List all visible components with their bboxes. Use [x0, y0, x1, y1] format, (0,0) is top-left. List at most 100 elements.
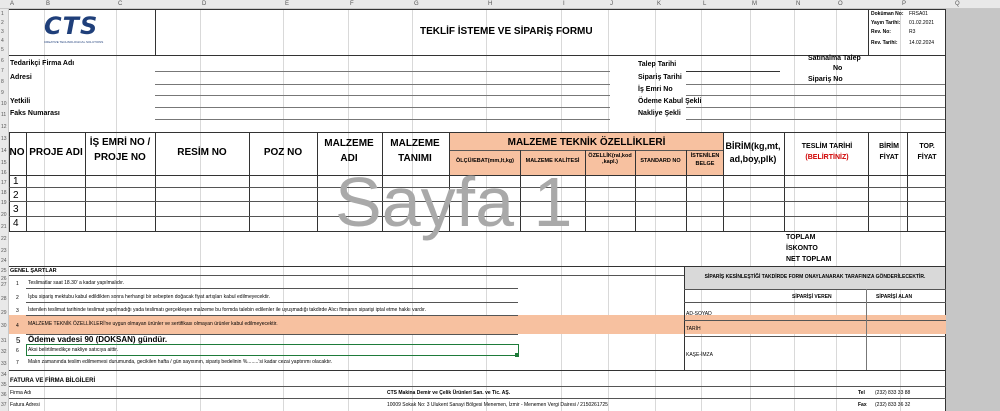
company-logo: CTS CREATIVE TECHNOLOGICAL SOLUTIONS — [44, 12, 104, 48]
col-header-a[interactable]: A — [10, 1, 14, 7]
item-number[interactable]: 3 — [13, 204, 19, 215]
th-birim: BİRİM(kg,mt, ad,boy,plk) — [724, 141, 782, 165]
firma-adi-label: Firma Adı — [10, 390, 32, 396]
row-header-label[interactable]: 34 — [1, 372, 7, 378]
sart-no: 7 — [16, 360, 19, 366]
item-number[interactable]: 2 — [13, 190, 19, 201]
col-header-o[interactable]: O — [838, 1, 843, 7]
tel-label: Tel — [858, 390, 865, 396]
row-header-label[interactable]: 17 — [1, 180, 7, 186]
col-header-j[interactable]: J — [610, 1, 613, 7]
th-is-emri-line1: İŞ EMRİ NO / — [89, 137, 151, 148]
row-header-bar: 1 2 3 4 5 6 7 8 9 10 11 12 13 14 15 16 17 18 19 20 21 22 23 24 2… — [0, 9, 9, 411]
row-header-label[interactable]: 1 — [1, 11, 4, 17]
row-header-label[interactable]: 19 — [1, 200, 7, 206]
row-header-label[interactable]: 6 — [1, 58, 4, 64]
sart-text: Ödeme vadesi 90 (DOKSAN) gündür. — [28, 335, 168, 344]
row-header-label[interactable]: 35 — [1, 382, 7, 388]
col-header-e[interactable]: E — [285, 1, 289, 7]
sart-text: Teslimatlar saat 18.30' a kadar yapılmal… — [28, 280, 125, 286]
row-header-label[interactable]: 4 — [1, 38, 4, 44]
item-number[interactable]: 1 — [13, 176, 19, 187]
th-no: NO — [9, 147, 25, 158]
row-header-label[interactable]: 12 — [1, 124, 7, 130]
row-header-label[interactable]: 7 — [1, 68, 4, 74]
th-resim-no: RESİM NO — [177, 147, 227, 158]
th-is-emri-line2: PROJE NO — [94, 152, 146, 163]
ad-soyad-label: AD-SOYAD — [686, 311, 712, 317]
col-header-l[interactable]: L — [703, 1, 706, 7]
row-header-label[interactable]: 32 — [1, 349, 7, 355]
col-header-g[interactable]: G — [414, 1, 419, 7]
row-header-label[interactable]: 23 — [1, 248, 7, 254]
col-header-k[interactable]: K — [657, 1, 661, 7]
row-header-label[interactable]: 28 — [1, 296, 7, 302]
row-header-label[interactable]: 5 — [1, 47, 4, 53]
row-header-label[interactable]: 29 — [1, 310, 7, 316]
yetkili-label: Yetkili — [10, 98, 31, 105]
row-header-label[interactable]: 2 — [1, 20, 4, 26]
col-header-d[interactable]: D — [202, 1, 206, 7]
col-header-f[interactable]: F — [350, 1, 354, 7]
row-header-label[interactable]: 30 — [1, 323, 7, 329]
row-header-label[interactable]: 9 — [1, 90, 4, 96]
sart-no: 5 — [16, 336, 21, 345]
siparisi-alan-label: SİPARİŞİ ALAN — [876, 294, 913, 300]
row-header-label[interactable]: 11 — [1, 112, 6, 118]
th-teslim-line2: (BELİRTİNİZ) — [805, 154, 849, 161]
row-header-label[interactable]: 10 — [1, 101, 7, 107]
odeme-label: Ödeme Kabul Şekli — [638, 98, 702, 105]
fatura-adresi-value: 10009 Sokak No: 3 Ulukent Sanayi Bölgesi… — [387, 402, 608, 408]
row-header-label[interactable]: 20 — [1, 212, 7, 218]
th-birim-line2: ad,boy,plk) — [729, 154, 777, 164]
row-header-label[interactable]: 8 — [1, 79, 4, 85]
row-header-label[interactable]: 21 — [1, 224, 7, 230]
net-toplam-label: NET TOPLAM — [786, 256, 832, 263]
col-header-h[interactable]: H — [488, 1, 492, 7]
row-header-label[interactable]: 25 — [1, 268, 7, 274]
row-header-label[interactable]: 27 — [1, 282, 7, 288]
sart-no: 6 — [16, 348, 19, 354]
th-malzeme-adi: MALZEME ADI — [318, 138, 380, 164]
col-header-q[interactable]: Q — [955, 1, 960, 7]
row-header-label[interactable]: 37 — [1, 402, 7, 408]
row-header-label[interactable]: 22 — [1, 236, 7, 242]
row-header-label[interactable]: 15 — [1, 160, 7, 166]
row-header-label[interactable]: 24 — [1, 258, 7, 264]
fill-handle[interactable] — [515, 353, 519, 357]
row-header-label[interactable]: 14 — [1, 148, 7, 154]
fatura-title: FATURA VE FİRMA BİLGİLERİ — [10, 378, 96, 384]
th-proje-adi: PROJE ADI — [29, 147, 83, 158]
doc-info-row: Doküman No: FRSA01 — [871, 11, 945, 20]
col-header-c[interactable]: C — [118, 1, 122, 7]
tel-value: (232) 833 33 88 — [875, 390, 911, 396]
th-top-fiyat-line2: FİYAT — [917, 154, 937, 161]
doc-info-row: Rev. No: R3 — [871, 29, 945, 40]
onay-title: SİPARİŞ KESİNLEŞTİĞİ TAKDİRDE FORM ONAYL… — [704, 274, 926, 280]
row-header-label[interactable]: 13 — [1, 136, 7, 142]
doc-info-row: Rev. Tarihi: 14.02.2024 — [871, 40, 945, 49]
th-teknik-ozellikler: MALZEME TEKNİK ÖZELLİKLERİ — [507, 137, 666, 148]
row-header-label[interactable]: 3 — [1, 29, 4, 35]
row-header-label[interactable]: 36 — [1, 392, 7, 398]
item-number[interactable]: 4 — [13, 218, 19, 229]
col-header-m[interactable]: M — [752, 1, 757, 7]
row-header-label[interactable]: 31 — [1, 338, 7, 344]
logo-subtitle: CREATIVE TECHNOLOGICAL SOLUTIONS — [44, 40, 104, 44]
th-istenilen-line2: BELGE — [695, 161, 715, 167]
row-header-label[interactable]: 16 — [1, 170, 7, 176]
row-header-label[interactable]: 33 — [1, 361, 7, 367]
col-header-p[interactable]: P — [902, 1, 906, 7]
col-header-n[interactable]: N — [796, 1, 800, 7]
kase-imza-label: KAŞE-İMZA — [686, 352, 713, 358]
th-birim-fiyat: BİRİM FİYAT — [870, 143, 908, 161]
th-is-emri: İŞ EMRİ NO / PROJE NO — [86, 137, 154, 163]
row-header-label[interactable]: 18 — [1, 190, 7, 196]
col-header-b[interactable]: B — [46, 1, 50, 7]
th-ozellik-line2: ,kapl.) — [602, 159, 618, 165]
satinalma-label-2: No — [833, 65, 843, 72]
col-header-i[interactable]: I — [563, 1, 565, 7]
genel-sartlar-title: GENEL ŞARTLAR — [10, 268, 57, 274]
sheet-background — [946, 9, 1000, 411]
nakliye-label: Nakliye Şekli — [638, 110, 681, 117]
